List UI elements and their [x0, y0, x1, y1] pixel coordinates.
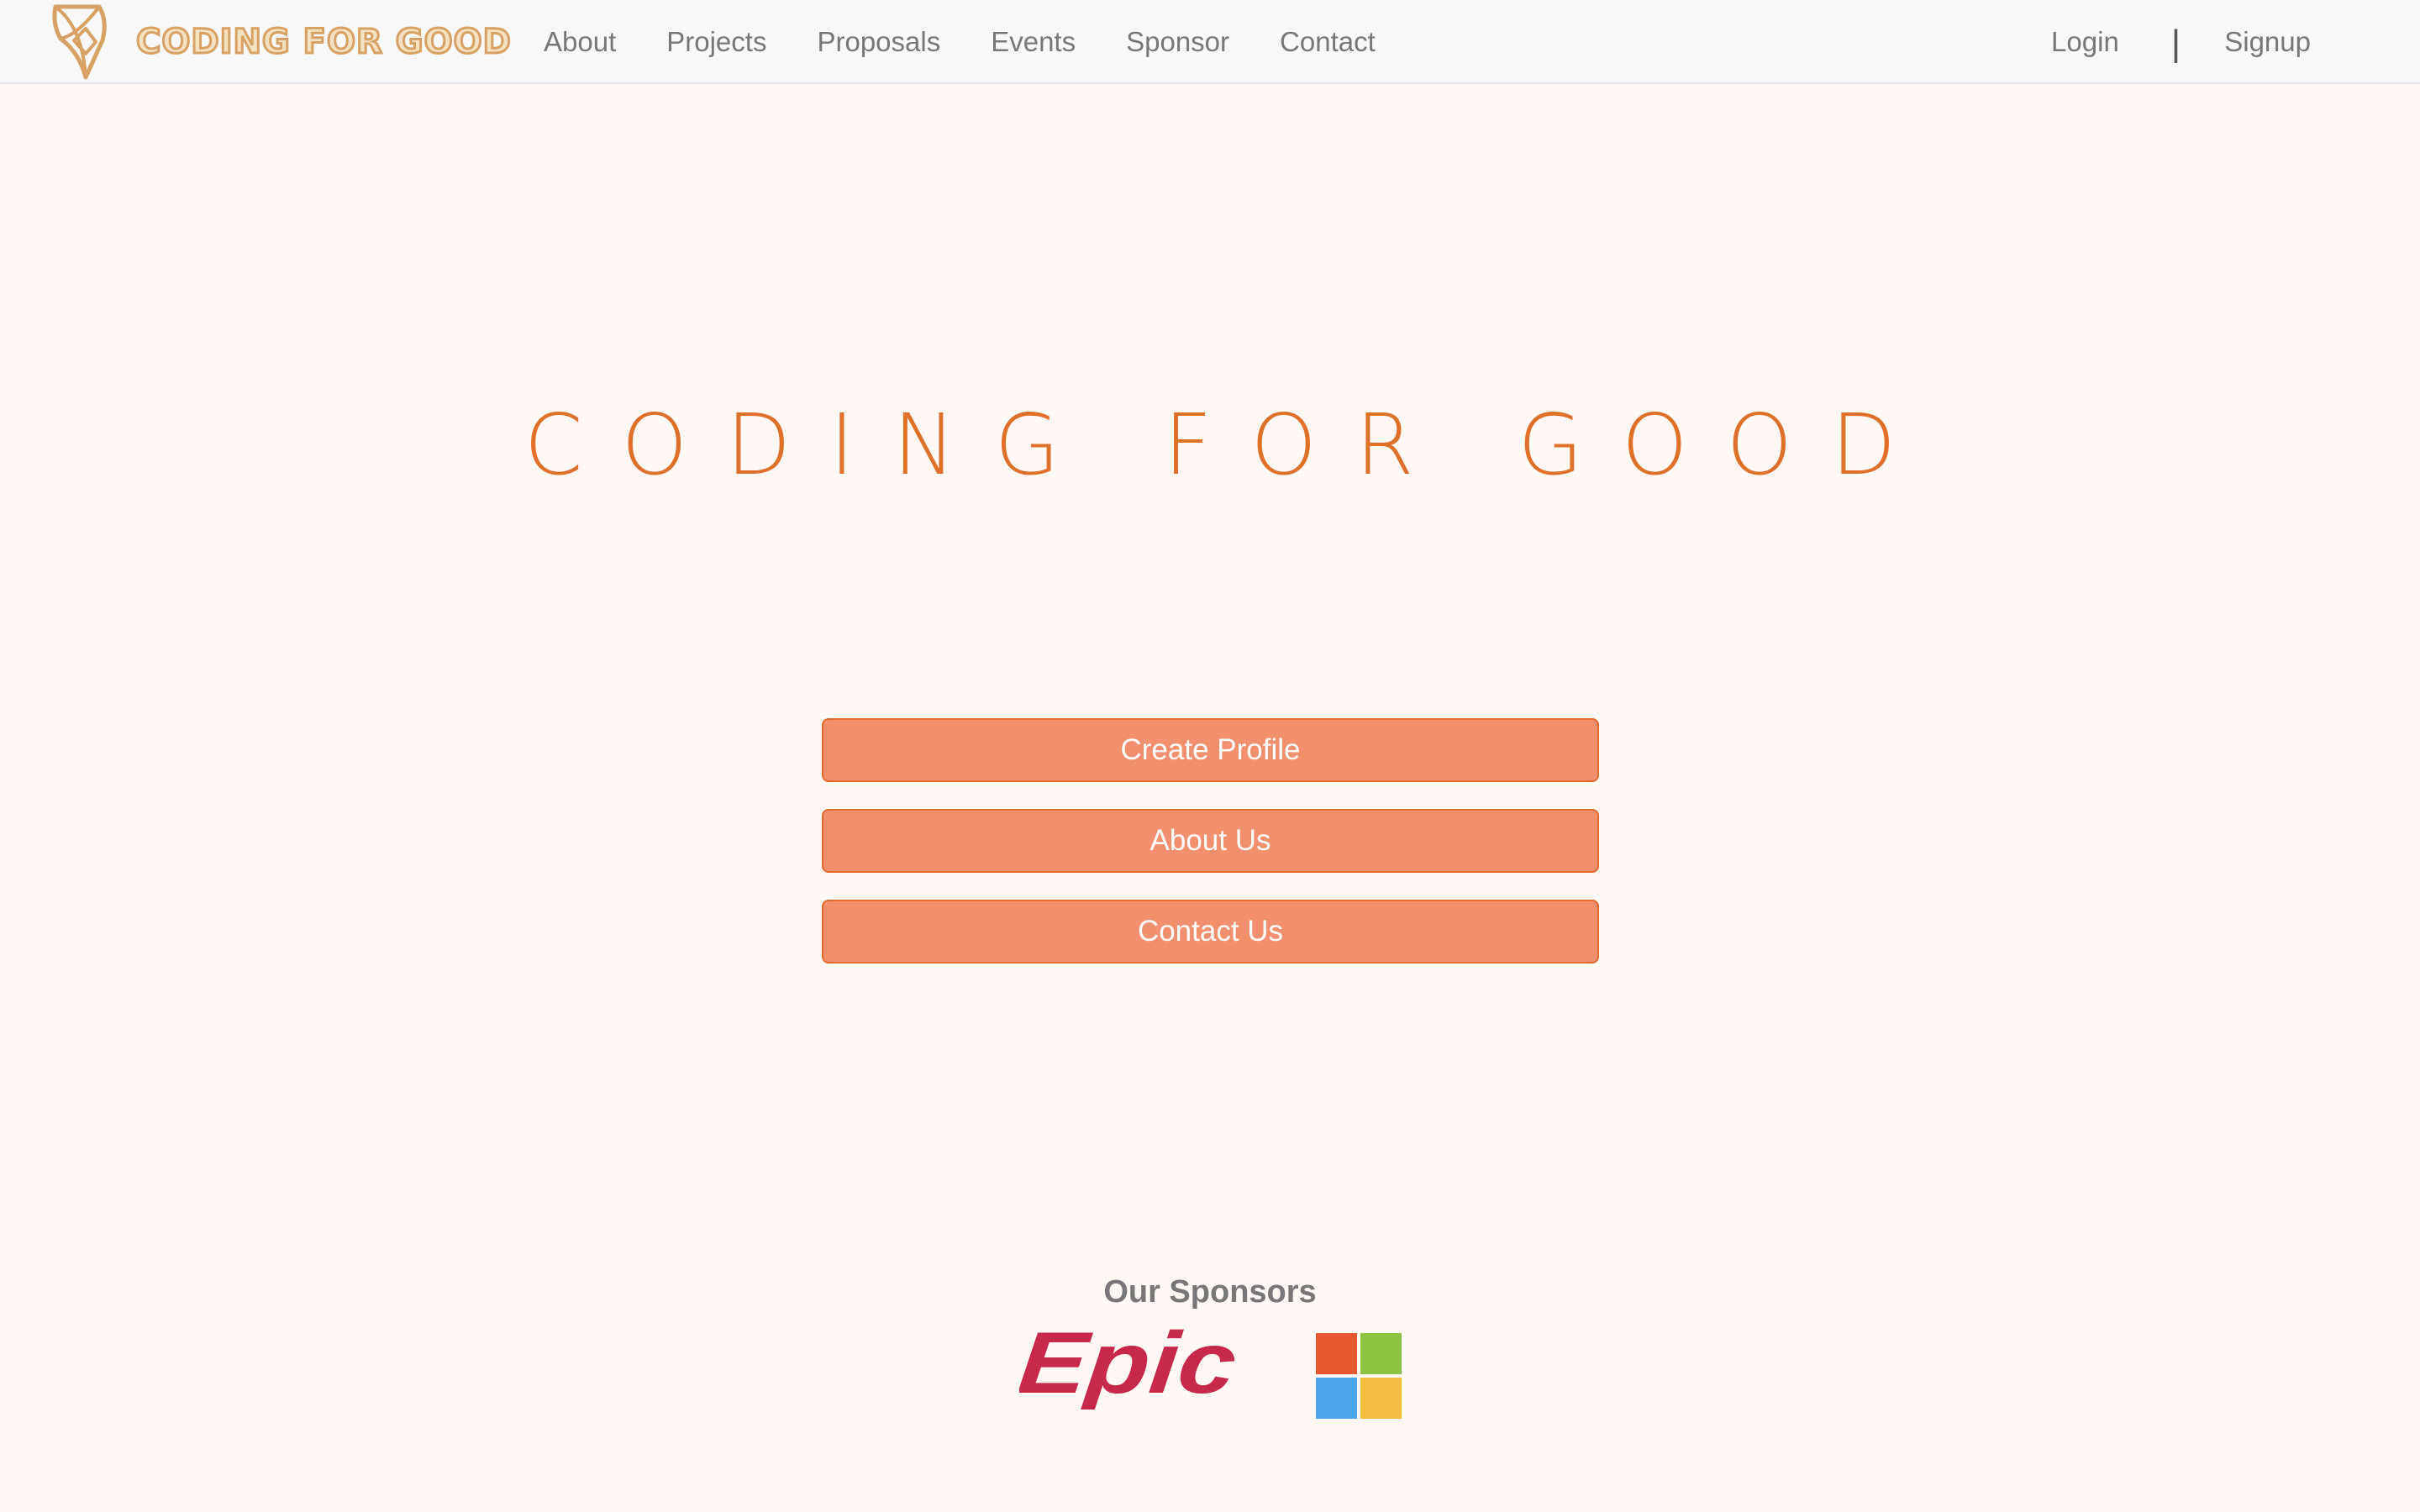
auth-links: Login | Signup: [2051, 0, 2311, 84]
action-buttons: Create Profile About Us Contact Us: [822, 718, 1599, 990]
hero-title: CODING FOR GOOD: [523, 396, 1935, 494]
create-profile-button[interactable]: Create Profile: [822, 718, 1599, 782]
nav-links: About Projects Proposals Events Sponsor …: [544, 0, 1426, 84]
nav-link-about[interactable]: About: [544, 26, 616, 58]
signup-link[interactable]: Signup: [2224, 26, 2311, 58]
nav-link-events[interactable]: Events: [991, 26, 1076, 58]
nav-link-projects[interactable]: Projects: [666, 26, 766, 58]
about-us-button[interactable]: About Us: [822, 809, 1599, 873]
nav-link-contact[interactable]: Contact: [1280, 26, 1376, 58]
auth-separator: |: [2170, 23, 2181, 64]
sponsor-logos: Epic: [1019, 1324, 1406, 1419]
sponsors-title: Our Sponsors: [1103, 1274, 1317, 1310]
brand-link[interactable]: CODING FOR GOOD: [49, 2, 512, 82]
svg-text:Epic: Epic: [1019, 1329, 1241, 1410]
navbar: CODING FOR GOOD About Projects Proposals…: [0, 0, 2420, 84]
contact-us-button[interactable]: Contact Us: [822, 900, 1599, 963]
microsoft-logo-icon[interactable]: [1316, 1333, 1402, 1419]
brand-name: CODING FOR GOOD: [135, 22, 513, 63]
brand-logo-icon: [52, 4, 107, 80]
nav-link-proposals[interactable]: Proposals: [817, 26, 940, 58]
sponsors-section: Our Sponsors Epic: [0, 1268, 2420, 1419]
nav-link-sponsor[interactable]: Sponsor: [1126, 26, 1229, 58]
epic-logo-icon[interactable]: Epic: [1019, 1329, 1242, 1410]
login-link[interactable]: Login: [2051, 26, 2119, 58]
